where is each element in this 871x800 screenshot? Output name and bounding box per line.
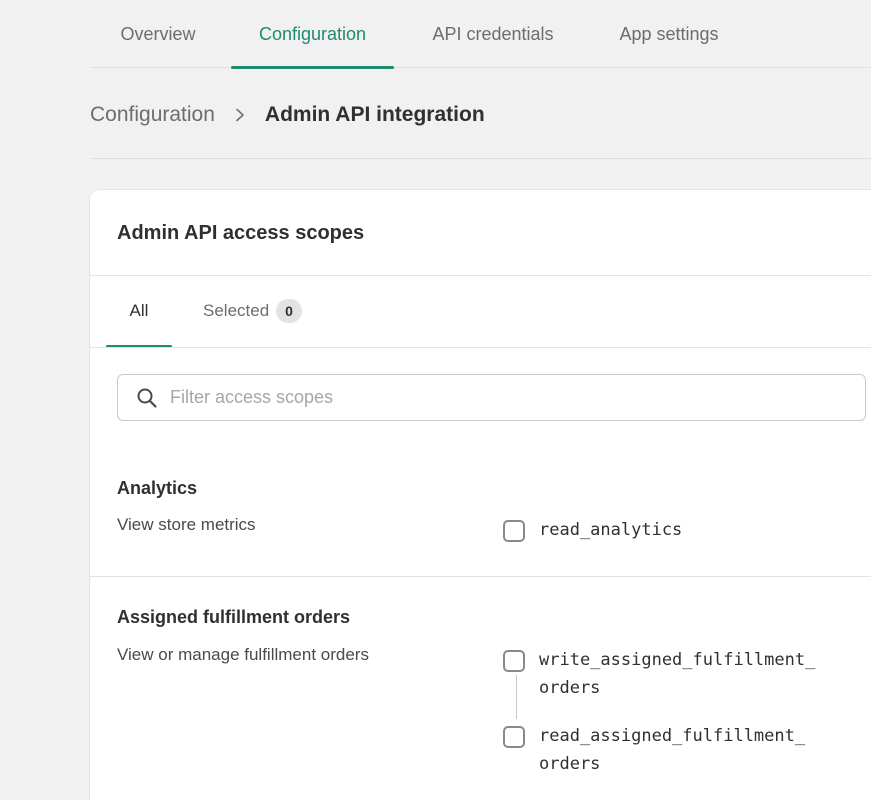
tab-app-settings[interactable]: App settings — [612, 0, 726, 68]
scope-label-write-assigned-fulfillment-orders: write_assigned_fulfillment_ orders — [539, 646, 815, 702]
scope-label-line: orders — [539, 754, 601, 774]
tab-configuration-label: Configuration — [258, 23, 367, 44]
section-divider — [90, 576, 871, 577]
scope-label-line: read_assigned_fulfillment_ — [539, 726, 806, 746]
chevron-right-icon — [236, 108, 244, 122]
page-title: Admin API integration — [264, 103, 485, 126]
scope-write-assigned-fulfillment-orders[interactable]: write_assigned_fulfillment_ orders — [503, 649, 815, 702]
tab-selected-label: Selected — [203, 301, 270, 320]
section-title-analytics: Analytics — [117, 478, 198, 498]
scope-label-read-analytics: read_analytics — [539, 520, 683, 540]
scope-label-line: write_assigned_fulfillment_ — [539, 650, 816, 670]
tab-selected[interactable]: Selected 0 — [203, 275, 302, 347]
breadcrumb: Configuration Admin API integration — [90, 100, 485, 130]
section-desc-analytics: View store metrics — [117, 515, 256, 534]
tab-configuration[interactable]: Configuration — [231, 0, 394, 69]
scope-connector-line — [516, 675, 517, 719]
tab-all[interactable]: All — [106, 275, 172, 348]
section-title-assigned-fulfillment-orders: Assigned fulfillment orders — [117, 607, 351, 627]
checkbox-read-analytics[interactable] — [503, 520, 525, 542]
scope-read-analytics[interactable]: read_analytics — [503, 519, 682, 544]
scope-label-read-assigned-fulfillment-orders: read_assigned_fulfillment_ orders — [539, 722, 805, 778]
filter-search-box[interactable] — [117, 374, 866, 421]
checkbox-read-assigned-fulfillment-orders[interactable] — [503, 726, 525, 748]
tab-overview[interactable]: Overview — [116, 0, 200, 68]
filter-access-scopes-input[interactable] — [170, 387, 865, 408]
scope-read-assigned-fulfillment-orders[interactable]: read_assigned_fulfillment_ orders — [503, 725, 805, 778]
tab-api-credentials[interactable]: API credentials — [426, 0, 560, 68]
top-tab-bar: Overview Configuration API credentials A… — [90, 0, 871, 69]
tab-all-label: All — [129, 301, 149, 320]
access-scopes-card: Admin API access scopes All Selected 0 A… — [90, 190, 871, 800]
breadcrumb-divider — [90, 158, 871, 159]
tabs-divider — [90, 347, 871, 348]
scope-label-line: orders — [539, 678, 601, 698]
tab-overview-label: Overview — [120, 23, 196, 44]
tab-app-settings-label: App settings — [619, 23, 719, 44]
section-desc-assigned-fulfillment-orders: View or manage fulfillment orders — [117, 645, 369, 664]
card-title: Admin API access scopes — [117, 222, 365, 244]
tab-api-credentials-label: API credentials — [432, 23, 554, 44]
app-page: Overview Configuration API credentials A… — [0, 0, 871, 800]
breadcrumb-configuration-link[interactable]: Configuration — [90, 103, 215, 127]
checkbox-write-assigned-fulfillment-orders[interactable] — [503, 650, 525, 672]
selected-count-badge: 0 — [276, 299, 302, 323]
search-icon — [137, 388, 157, 408]
